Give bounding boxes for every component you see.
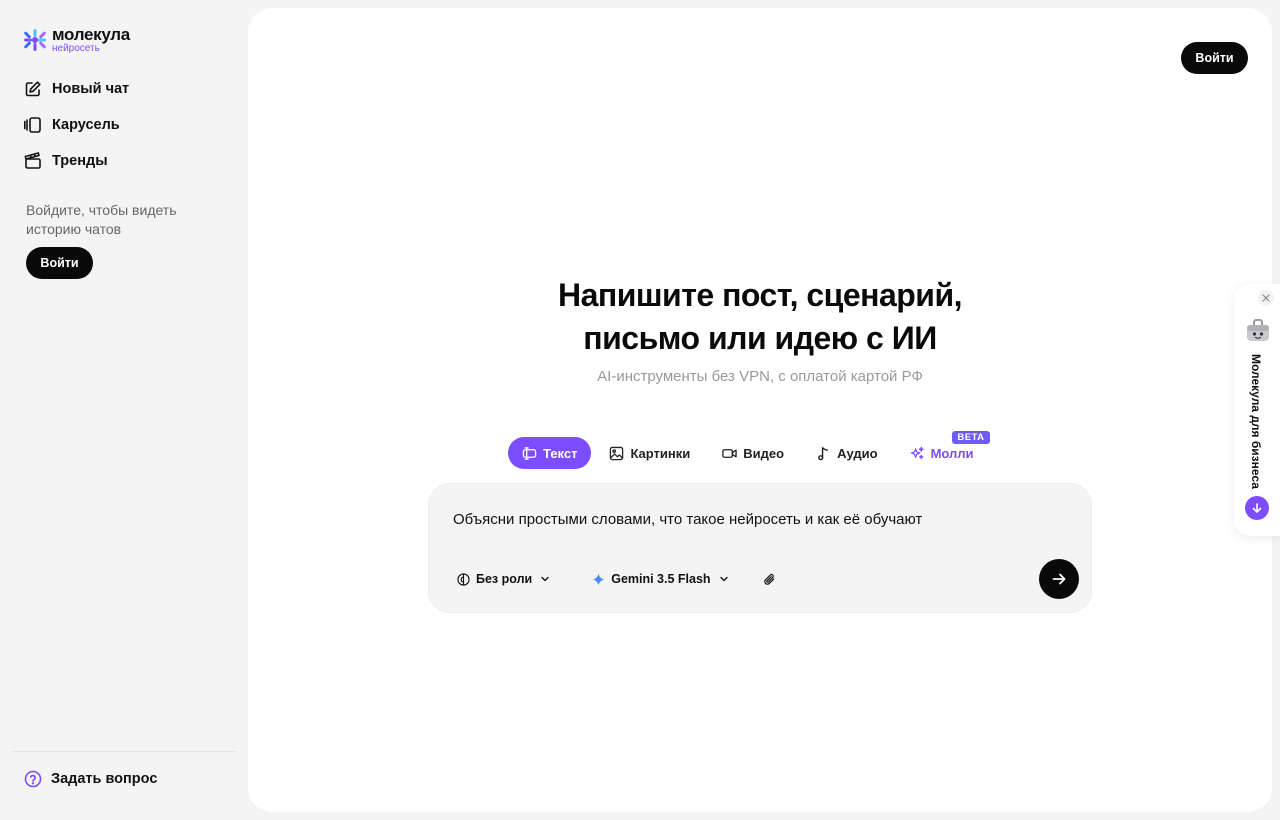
prompt-composer[interactable]: Объясни простыми словами, что такое нейр… xyxy=(428,483,1092,613)
role-icon xyxy=(457,572,470,586)
arrow-down-icon xyxy=(1252,503,1262,513)
help-circle-icon xyxy=(24,770,42,788)
sidebar-nav: Новый чат Карусель Тренды xyxy=(24,78,129,172)
tab-label: Аудио xyxy=(837,445,878,461)
beta-badge: BETA xyxy=(952,431,990,444)
model-label: Gemini 3.5 Flash xyxy=(611,572,711,586)
arrow-right-icon xyxy=(1052,573,1066,585)
close-icon xyxy=(1262,294,1270,302)
header-login-button[interactable]: Войти xyxy=(1181,42,1248,74)
sidebar-item-carousel[interactable]: Карусель xyxy=(24,114,129,136)
sparkles-icon xyxy=(910,446,924,459)
tab-text[interactable]: Текст xyxy=(508,437,592,469)
logo[interactable]: молекула нейросеть xyxy=(24,26,130,54)
brand-tagline: нейросеть xyxy=(52,43,100,54)
close-button[interactable] xyxy=(1258,290,1274,306)
hero-title: Напишите пост, сценарий, письмо или идею… xyxy=(248,274,1272,360)
main-panel: Войти Напишите пост, сценарий, письмо ил… xyxy=(248,8,1272,812)
tab-label: Видео xyxy=(743,445,785,461)
music-icon xyxy=(818,446,829,460)
brand-name: молекула xyxy=(52,25,130,44)
sidebar-item-label: Новый чат xyxy=(52,81,130,97)
clapperboard-icon xyxy=(24,152,41,169)
tab-label: Молли xyxy=(930,445,974,461)
ask-question-button[interactable]: Задать вопрос xyxy=(24,770,157,788)
sidebar-item-label: Карусель xyxy=(52,117,120,133)
mode-tabs: Текст Картинки Видео Аудио Молли BETA xyxy=(508,431,990,469)
model-selector[interactable]: Gemini 3.5 Flash xyxy=(592,572,728,586)
tab-molly[interactable]: Молли BETA xyxy=(896,431,990,469)
video-icon xyxy=(722,448,737,458)
attach-button[interactable] xyxy=(763,573,776,586)
business-widget-label: Молекула для бизнеса xyxy=(1249,354,1263,489)
tab-label: Текст xyxy=(543,445,578,461)
paperclip-icon xyxy=(763,573,774,585)
prompt-input[interactable]: Объясни простыми словами, что такое нейр… xyxy=(453,511,922,528)
image-icon xyxy=(610,446,624,460)
role-label: Без роли xyxy=(476,572,533,586)
help-label: Задать вопрос xyxy=(51,771,158,787)
edit-icon xyxy=(25,81,41,97)
send-button[interactable] xyxy=(1039,559,1079,599)
sidebar: молекула нейросеть Новый чат Карусель Тр… xyxy=(0,0,248,820)
molecule-logo-icon xyxy=(24,29,46,51)
sidebar-item-trends[interactable]: Тренды xyxy=(24,150,129,172)
chevron-down-icon xyxy=(541,576,549,582)
business-widget-arrow[interactable] xyxy=(1245,496,1269,520)
sidebar-login-button[interactable]: Войти xyxy=(26,247,93,279)
text-icon xyxy=(522,446,537,460)
hero: Напишите пост, сценарий, письмо или идею… xyxy=(248,274,1272,385)
sidebar-item-label: Тренды xyxy=(52,153,108,169)
hero-title-line-1: Напишите пост, сценарий, xyxy=(557,277,963,313)
sidebar-divider xyxy=(12,751,237,752)
gemini-icon xyxy=(592,572,605,586)
chevron-down-icon xyxy=(719,576,728,582)
business-widget[interactable]: Молекула для бизнеса xyxy=(1234,284,1280,536)
tab-label: Картинки xyxy=(630,445,691,461)
tab-images[interactable]: Картинки xyxy=(595,437,704,469)
role-selector[interactable]: Без роли xyxy=(457,572,550,586)
login-hint: Войдите, чтобы видеть историю чатов xyxy=(26,202,177,237)
hero-subtitle: AI-инструменты без VPN, с оплатой картой… xyxy=(597,368,923,385)
tab-audio[interactable]: Аудио xyxy=(802,437,891,469)
sidebar-item-new-chat[interactable]: Новый чат xyxy=(24,78,129,100)
briefcase-mascot-icon xyxy=(1247,319,1269,341)
carousel-icon xyxy=(24,117,41,133)
composer-controls: Без роли Gemini 3.5 Flash xyxy=(457,572,776,586)
tab-video[interactable]: Видео xyxy=(708,437,798,469)
hero-title-line-2: письмо или идею с ИИ xyxy=(583,320,937,356)
